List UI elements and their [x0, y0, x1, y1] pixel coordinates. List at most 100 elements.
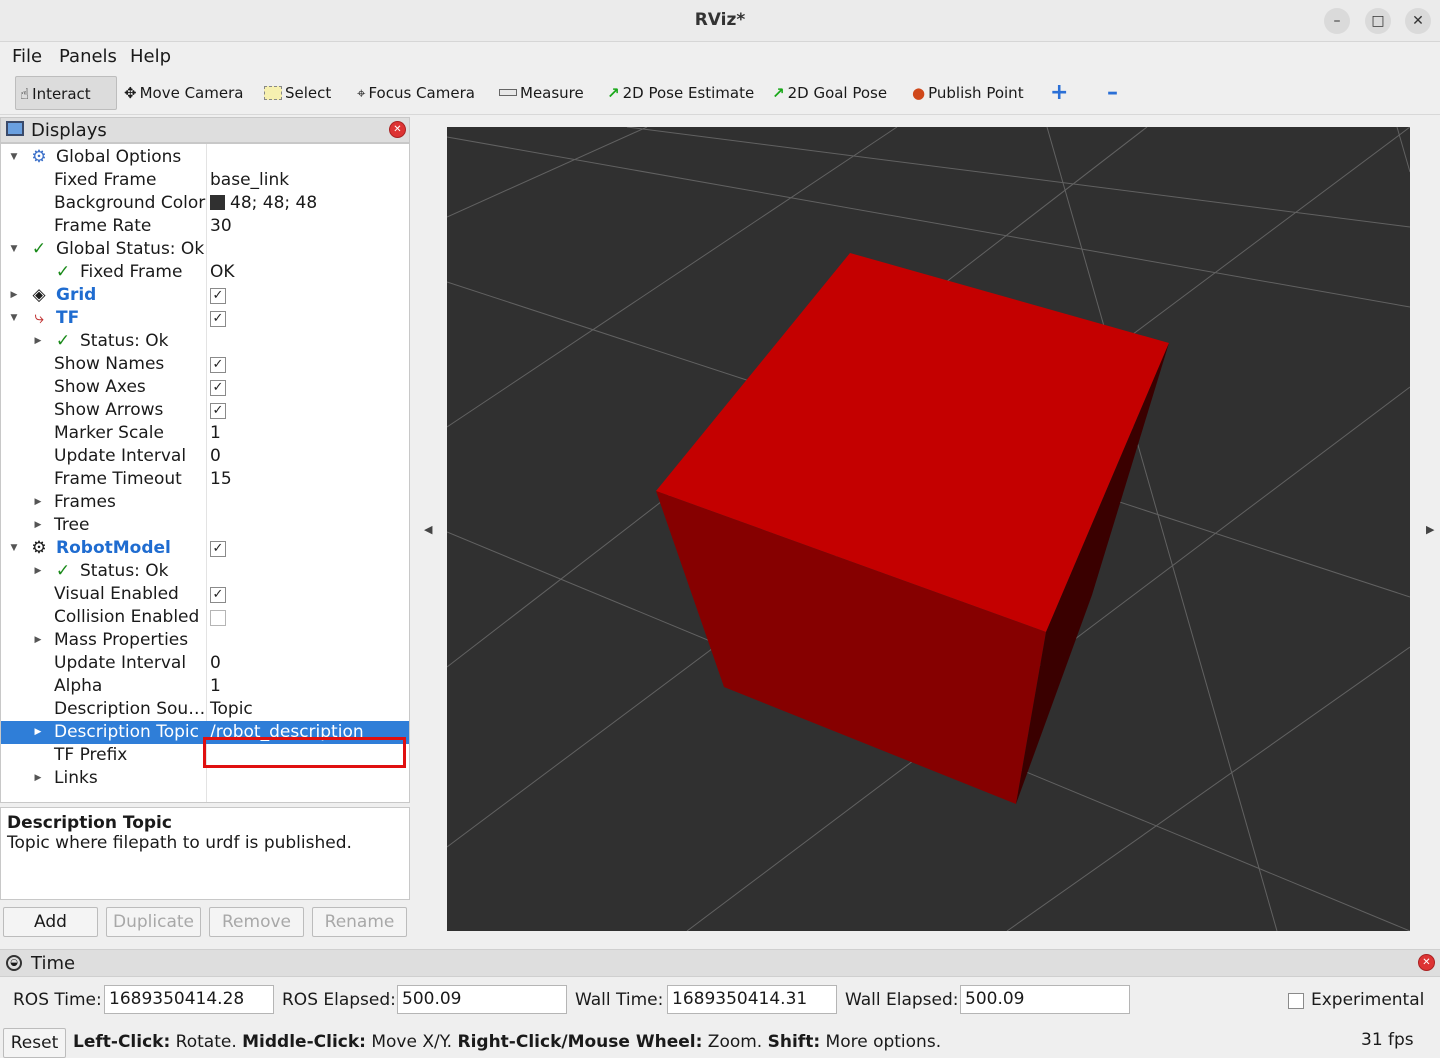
render-viewport[interactable] — [447, 127, 1410, 931]
collapse-arrow-icon[interactable]: ▼ — [8, 537, 20, 560]
green-arrow-icon: ↗ — [607, 84, 620, 102]
remove-button[interactable]: Remove — [209, 907, 304, 937]
expand-arrow-icon[interactable]: ▶ — [32, 629, 44, 652]
reset-button[interactable]: Reset — [3, 1028, 66, 1058]
wall-time-label: Wall Time: — [575, 990, 664, 1010]
tree-row[interactable]: ▶ Links — [1, 767, 409, 790]
tree-row[interactable]: ✓ Fixed Frame OK — [1, 261, 409, 284]
menu-help[interactable]: Help — [130, 46, 171, 67]
interact-button[interactable]: ☝ Interact — [15, 76, 117, 110]
row-name: Update Interval — [54, 653, 187, 673]
tree-row[interactable]: Show Axes ✓ — [1, 376, 409, 399]
duplicate-button[interactable]: Duplicate — [106, 907, 201, 937]
description-box: Description Topic Topic where filepath t… — [0, 807, 410, 900]
publish-point-button[interactable]: ● Publish Point — [908, 76, 1028, 110]
tree-row[interactable]: Visual Enabled ✓ — [1, 583, 409, 606]
row-value[interactable]: 48; 48; 48 — [210, 192, 317, 215]
displays-title: Displays — [31, 120, 107, 141]
visual-enabled-checkbox[interactable]: ✓ — [210, 587, 226, 603]
row-value[interactable]: 15 — [210, 468, 232, 491]
tree-row[interactable]: Frame Timeout 15 — [1, 468, 409, 491]
add-tool-icon[interactable]: + — [1046, 76, 1072, 110]
collapse-left-icon[interactable]: ◀ — [424, 523, 432, 536]
row-name: Show Names — [54, 354, 165, 374]
rename-button[interactable]: Rename — [312, 907, 407, 937]
row-name: Frames — [54, 492, 116, 512]
experimental-label: Experimental — [1311, 990, 1425, 1010]
close-panel-icon[interactable]: ✕ — [389, 121, 406, 138]
tree-row[interactable]: ▶ Mass Properties — [1, 629, 409, 652]
publish-point-label: Publish Point — [928, 84, 1024, 102]
close-icon[interactable]: ✕ — [1405, 8, 1431, 34]
show-axes-checkbox[interactable]: ✓ — [210, 380, 226, 396]
row-value[interactable]: 0 — [210, 445, 221, 468]
tree-row[interactable]: Show Arrows ✓ — [1, 399, 409, 422]
wall-time-field[interactable]: 1689350414.31 — [667, 985, 837, 1014]
select-label: Select — [285, 84, 332, 102]
tree-row[interactable]: ▶ ✓ Status: Ok — [1, 560, 409, 583]
collapse-right-icon[interactable]: ▶ — [1426, 523, 1434, 536]
expand-arrow-icon[interactable]: ▶ — [32, 721, 44, 744]
add-button[interactable]: Add — [3, 907, 98, 937]
row-name: Links — [54, 768, 98, 788]
robotmodel-checkbox[interactable]: ✓ — [210, 541, 226, 557]
measure-button[interactable]: Measure — [495, 76, 588, 110]
tree-row[interactable]: ▼ ⚙ Global Options — [1, 146, 409, 169]
collapse-arrow-icon[interactable]: ▼ — [8, 238, 20, 261]
ros-elapsed-field[interactable]: 500.09 — [397, 985, 567, 1014]
expand-arrow-icon[interactable]: ▶ — [32, 330, 44, 353]
pose-estimate-button[interactable]: ↗ 2D Pose Estimate — [603, 76, 758, 110]
minimize-icon[interactable]: – — [1324, 8, 1350, 34]
tree-row[interactable]: ▼ ✓ Global Status: Ok — [1, 238, 409, 261]
expand-arrow-icon[interactable]: ▶ — [32, 491, 44, 514]
move-camera-button[interactable]: ✥ Move Camera — [120, 76, 247, 110]
tree-row[interactable]: ▶ ✓ Status: Ok — [1, 330, 409, 353]
tree-row[interactable]: Description Sou… Topic — [1, 698, 409, 721]
tree-row[interactable]: Show Names ✓ — [1, 353, 409, 376]
row-name: Frame Rate — [54, 216, 152, 236]
expand-arrow-icon[interactable]: ▶ — [32, 514, 44, 537]
tree-row[interactable]: Background Color 48; 48; 48 — [1, 192, 409, 215]
grid-checkbox[interactable]: ✓ — [210, 288, 226, 304]
tree-row[interactable]: ▶ ◈ Grid ✓ — [1, 284, 409, 307]
collapse-arrow-icon[interactable]: ▼ — [8, 307, 20, 330]
close-panel-icon[interactable]: ✕ — [1418, 954, 1435, 971]
row-value[interactable]: 0 — [210, 652, 221, 675]
description-text: Topic where filepath to urdf is publishe… — [7, 833, 352, 853]
tree-row[interactable]: Update Interval 0 — [1, 445, 409, 468]
row-value[interactable]: base_link — [210, 169, 289, 192]
expand-arrow-icon[interactable]: ▶ — [8, 284, 20, 307]
wall-elapsed-field[interactable]: 500.09 — [960, 985, 1130, 1014]
collision-enabled-checkbox[interactable] — [210, 610, 226, 626]
focus-camera-button[interactable]: ⌖ Focus Camera — [353, 76, 479, 110]
tree-row[interactable]: ▶ Frames — [1, 491, 409, 514]
expand-arrow-icon[interactable]: ▶ — [32, 560, 44, 583]
show-names-checkbox[interactable]: ✓ — [210, 357, 226, 373]
select-button[interactable]: Select — [260, 76, 335, 110]
row-value[interactable]: 1 — [210, 675, 221, 698]
row-value[interactable]: 1 — [210, 422, 221, 445]
maximize-icon[interactable]: □ — [1365, 8, 1391, 34]
expand-arrow-icon[interactable]: ▶ — [32, 767, 44, 790]
tree-row[interactable]: Frame Rate 30 — [1, 215, 409, 238]
row-value[interactable]: 30 — [210, 215, 232, 238]
tf-checkbox[interactable]: ✓ — [210, 311, 226, 327]
menu-panels[interactable]: Panels — [59, 46, 117, 67]
goal-pose-button[interactable]: ↗ 2D Goal Pose — [768, 76, 891, 110]
row-value[interactable]: Topic — [210, 698, 253, 721]
show-arrows-checkbox[interactable]: ✓ — [210, 403, 226, 419]
experimental-checkbox[interactable] — [1288, 993, 1304, 1009]
tree-row[interactable]: Alpha 1 — [1, 675, 409, 698]
tree-row[interactable]: ▼ ⚙ RobotModel ✓ — [1, 537, 409, 560]
pose-estimate-label: 2D Pose Estimate — [622, 84, 755, 102]
tree-row[interactable]: ▶ Tree — [1, 514, 409, 537]
ros-time-field[interactable]: 1689350414.28 — [104, 985, 274, 1014]
tree-row[interactable]: Collision Enabled — [1, 606, 409, 629]
tree-row[interactable]: Marker Scale 1 — [1, 422, 409, 445]
tree-row[interactable]: ▼ ⤷ TF ✓ — [1, 307, 409, 330]
menu-file[interactable]: File — [12, 46, 42, 67]
tree-row[interactable]: Update Interval 0 — [1, 652, 409, 675]
tree-row[interactable]: Fixed Frame base_link — [1, 169, 409, 192]
collapse-arrow-icon[interactable]: ▼ — [8, 146, 20, 169]
remove-tool-icon[interactable]: – — [1103, 76, 1122, 110]
